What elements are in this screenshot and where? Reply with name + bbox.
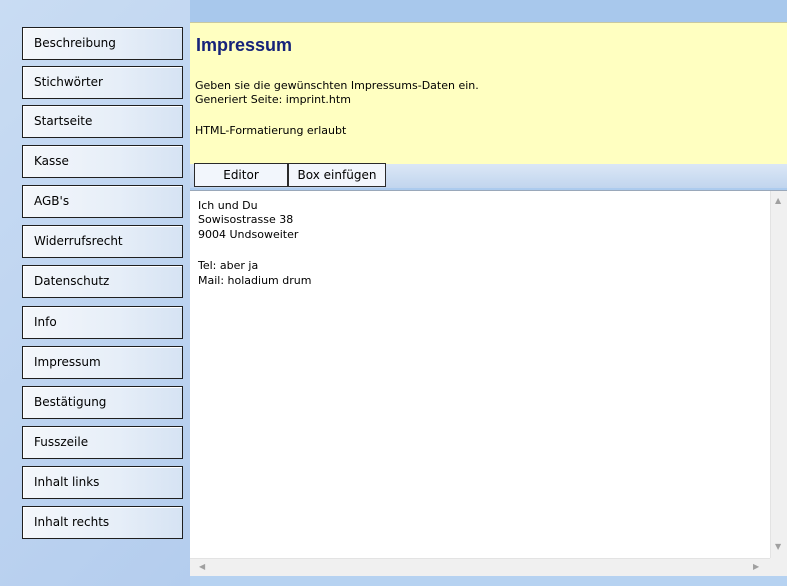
instruction-text: Geben sie die gewünschten Impressums-Dat… (195, 79, 479, 92)
editor-line: 9004 Undsoweiter (198, 228, 299, 241)
sidebar-item-inhalt-rechts[interactable]: Inhalt rechts (22, 506, 183, 539)
scroll-up-arrow-icon[interactable]: ▲ (775, 197, 781, 205)
editor-button[interactable]: Editor (194, 163, 288, 187)
editor-line: Sowisostrasse 38 (198, 213, 294, 226)
content-editor[interactable] (190, 190, 787, 576)
scroll-right-arrow-icon[interactable]: ▶ (753, 563, 759, 571)
sidebar-item-stichwoerter[interactable]: Stichwörter (22, 66, 183, 99)
editor-line: Ich und Du (198, 199, 258, 212)
page-title: Impressum (196, 35, 293, 55)
sidebar-item-fusszeile[interactable]: Fusszeile (22, 426, 183, 459)
vertical-scrollbar[interactable] (770, 191, 787, 558)
insert-box-button[interactable]: Box einfügen (288, 163, 386, 187)
sidebar-item-info[interactable]: Info (22, 306, 183, 339)
editor-line: Mail: holadium drum (198, 274, 312, 287)
scroll-down-arrow-icon[interactable]: ▼ (775, 543, 781, 551)
scroll-corner (770, 558, 787, 576)
editor-line: Tel: aber ja (198, 259, 259, 272)
sidebar-nav: Beschreibung Stichwörter Startseite Kass… (0, 0, 190, 586)
horizontal-scrollbar[interactable] (190, 558, 770, 576)
generated-page-text: Generiert Seite: imprint.htm (195, 93, 351, 106)
sidebar-item-agbs[interactable]: AGB's (22, 185, 183, 218)
formatting-note: HTML-Formatierung erlaubt (195, 124, 347, 137)
scroll-left-arrow-icon[interactable]: ◀ (199, 563, 205, 571)
sidebar-item-inhalt-links[interactable]: Inhalt links (22, 466, 183, 499)
sidebar-item-datenschutz[interactable]: Datenschutz (22, 265, 183, 298)
sidebar-item-beschreibung[interactable]: Beschreibung (22, 27, 183, 60)
sidebar-item-kasse[interactable]: Kasse (22, 145, 183, 178)
sidebar-item-widerrufsrecht[interactable]: Widerrufsrecht (22, 225, 183, 258)
sidebar-item-bestaetigung[interactable]: Bestätigung (22, 386, 183, 419)
sidebar-item-impressum[interactable]: Impressum (22, 346, 183, 379)
sidebar-item-startseite[interactable]: Startseite (22, 105, 183, 138)
